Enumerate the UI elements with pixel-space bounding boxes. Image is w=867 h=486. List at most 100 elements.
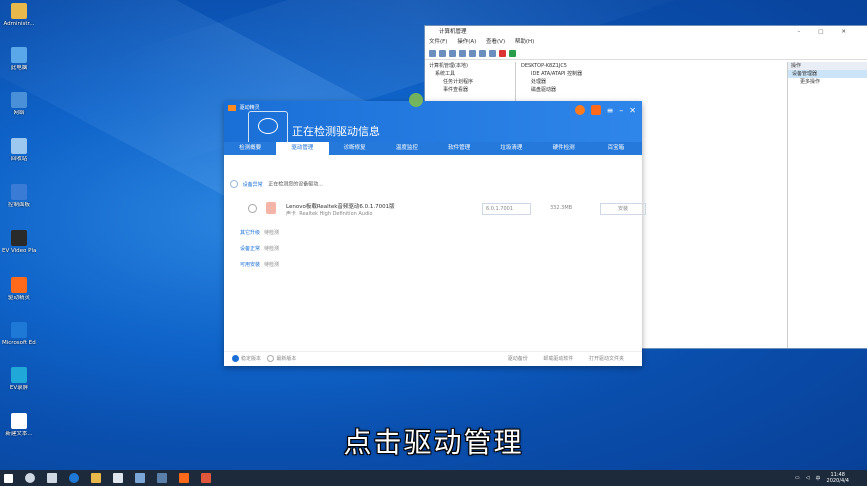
network-icon[interactable]: ▭: [795, 475, 800, 481]
search-icon[interactable]: [25, 473, 35, 483]
tab-item[interactable]: 检测概要: [224, 142, 276, 155]
desktop-icon[interactable]: Microsoft Edge: [2, 322, 36, 346]
desktop-icon-label: 网络: [13, 110, 25, 116]
tab-item[interactable]: 温度监控: [381, 142, 433, 155]
tab-item[interactable]: 软件管理: [433, 142, 485, 155]
desktop-icon-label: 此电脑: [10, 65, 28, 71]
device-root[interactable]: DESKTOP-K8Z1JC5: [517, 62, 781, 70]
device-disk[interactable]: 磁盘驱动器: [517, 86, 781, 94]
driver-wizard-window[interactable]: 驱动精灵 正在检测驱动信息 ≡ – ✕ 检测概要 驱动管理 诊断修复 温度监控 软件管理…: [224, 101, 646, 366]
back-icon[interactable]: [429, 49, 436, 57]
tab-item[interactable]: 垃圾清理: [485, 142, 537, 155]
driver-wizard-body: 设备异常 正在检测您的设备驱动... Lenovo板载Realtek音频驱动6.…: [224, 155, 646, 352]
minimize-icon[interactable]: –: [619, 106, 623, 115]
user-folder-icon: [11, 3, 27, 19]
action-device-manager[interactable]: 设备管理器: [788, 70, 867, 78]
menu-icon[interactable]: ≡: [607, 106, 614, 115]
menu-bar: 文件(F) 操作(A) 查看(V) 帮助(H): [425, 38, 867, 47]
forward-icon[interactable]: [439, 49, 446, 57]
desktop-icon-label: 控制面板: [7, 202, 30, 208]
section-other-upgrades: 其它升级 待检测: [240, 230, 280, 236]
menu-file[interactable]: 文件(F): [429, 39, 447, 45]
desktop-icon[interactable]: 驱动精灵: [2, 277, 36, 301]
device-ide-controller[interactable]: IDE ATA/ATAPI 控制器: [517, 70, 781, 78]
menu-view[interactable]: 查看(V): [486, 39, 505, 45]
uninstall-driver-link[interactable]: 卸载驱动软件: [543, 356, 573, 362]
scan-hardware-icon[interactable]: [489, 49, 496, 57]
tab-item[interactable]: 硬件检测: [538, 142, 590, 155]
avatar[interactable]: [574, 105, 585, 115]
driver-version-select[interactable]: 6.0.1.7001: [482, 203, 531, 215]
mail-icon[interactable]: [135, 473, 145, 483]
open-driver-folder-link[interactable]: 打开驱动文件夹: [589, 356, 624, 362]
desktop-icon[interactable]: EV Video Player: [2, 230, 36, 254]
window-controls[interactable]: –□✕: [797, 26, 864, 38]
show-hide-tree-icon[interactable]: [459, 49, 466, 57]
computer-management-icon[interactable]: [157, 473, 167, 483]
scan-status: 设备异常 正在检测您的设备驱动...: [230, 180, 323, 188]
latest-version-radio[interactable]: [267, 355, 275, 362]
tab-item[interactable]: 驱动管理: [276, 142, 329, 155]
desktop-icon-label: 驱动精灵: [7, 295, 30, 301]
driver-wizard-icon: [11, 277, 27, 293]
tree-root[interactable]: 计算机管理(本地): [425, 62, 515, 70]
driver-backup-link[interactable]: 驱动备份: [508, 356, 528, 362]
footer-links: 驱动备份 卸载驱动软件 打开驱动文件夹: [494, 352, 624, 366]
driver-wizard-footer: 稳定版本 最新版本 驱动备份 卸载驱动软件 打开驱动文件夹: [224, 351, 642, 366]
close-icon[interactable]: ✕: [629, 106, 636, 115]
driver-wizard-header: 驱动精灵 正在检测驱动信息 ≡ – ✕ 检测概要 驱动管理 诊断修复 温度监控 软件管理…: [224, 101, 642, 155]
ev-recorder-icon[interactable]: [201, 473, 211, 483]
start-icon[interactable]: [4, 473, 13, 483]
stable-version-radio[interactable]: [232, 355, 239, 362]
window-title: 计算机管理: [439, 29, 467, 35]
install-button[interactable]: 安装: [600, 203, 646, 215]
volume-icon[interactable]: ◁: [806, 475, 810, 481]
tab-item[interactable]: 百宝箱: [590, 142, 642, 155]
tree-item-event-viewer[interactable]: 事件查看器: [425, 86, 515, 94]
device-processor[interactable]: 处理器: [517, 78, 781, 86]
actions-pane: 操作 设备管理器 更多操作: [787, 62, 867, 348]
tree-item-system-tools[interactable]: 系统工具: [425, 70, 515, 78]
section-available-install: 可用安装 待检测: [240, 262, 280, 268]
page-title: 正在检测驱动信息: [292, 125, 380, 138]
driver-name: Lenovo板载Realtek音频驱动6.0.1.7001版: [286, 204, 395, 210]
menu-action[interactable]: 操作(A): [457, 39, 476, 45]
tree-item-task-scheduler[interactable]: 任务计划程序: [425, 78, 515, 86]
driver-wizard-logo-icon: [228, 104, 236, 111]
task-view-icon[interactable]: [47, 473, 57, 483]
uninstall-icon[interactable]: [499, 49, 506, 57]
desktop-icon[interactable]: EV录屏: [2, 367, 36, 391]
clock[interactable]: 11:48 2020/4/4: [827, 472, 849, 484]
file-explorer-icon[interactable]: [91, 473, 101, 483]
update-driver-icon[interactable]: [509, 49, 516, 57]
desktop-icon[interactable]: 网络: [2, 92, 36, 116]
video-subtitle: 点击驱动管理: [343, 426, 524, 459]
desktop-icon-label: Administr...: [3, 21, 35, 27]
tab-bar: 检测概要 驱动管理 诊断修复 温度监控 软件管理 垃圾清理 硬件检测 百宝箱: [224, 142, 642, 155]
menu-help[interactable]: 帮助(H): [515, 39, 534, 45]
tab-item[interactable]: 诊断修复: [329, 142, 381, 155]
section-normal-devices: 设备正常 待检测: [240, 246, 280, 252]
window-titlebar[interactable]: 计算机管理 –□✕: [425, 26, 867, 38]
driver-size: 332.3MB: [550, 205, 573, 211]
desktop-icon[interactable]: Administr...: [2, 3, 36, 27]
desktop-icon-label: 回收站: [10, 156, 28, 162]
desktop-icon[interactable]: 回收站: [2, 138, 36, 162]
up-icon[interactable]: [449, 49, 456, 57]
driver-wizard-icon[interactable]: [179, 473, 189, 483]
desktop-icon-label: EV Video Player: [2, 248, 36, 254]
network-icon: [11, 92, 27, 108]
cursor-highlight: [409, 93, 423, 107]
properties-icon[interactable]: [469, 49, 476, 57]
recycle-bin-icon: [11, 138, 27, 154]
store-icon[interactable]: [113, 473, 123, 483]
this-pc-icon: [11, 47, 27, 63]
ime-indicator[interactable]: 中: [816, 475, 821, 482]
action-more[interactable]: 更多操作: [788, 78, 867, 86]
gift-icon[interactable]: [590, 105, 601, 115]
desktop-icon[interactable]: 控制面板: [2, 184, 36, 208]
desktop-icon[interactable]: 此电脑: [2, 47, 36, 71]
help-icon[interactable]: [479, 49, 486, 57]
driver-row: Lenovo板载Realtek音频驱动6.0.1.7001版 声卡 Realte…: [248, 200, 646, 222]
edge-icon[interactable]: [69, 473, 79, 483]
